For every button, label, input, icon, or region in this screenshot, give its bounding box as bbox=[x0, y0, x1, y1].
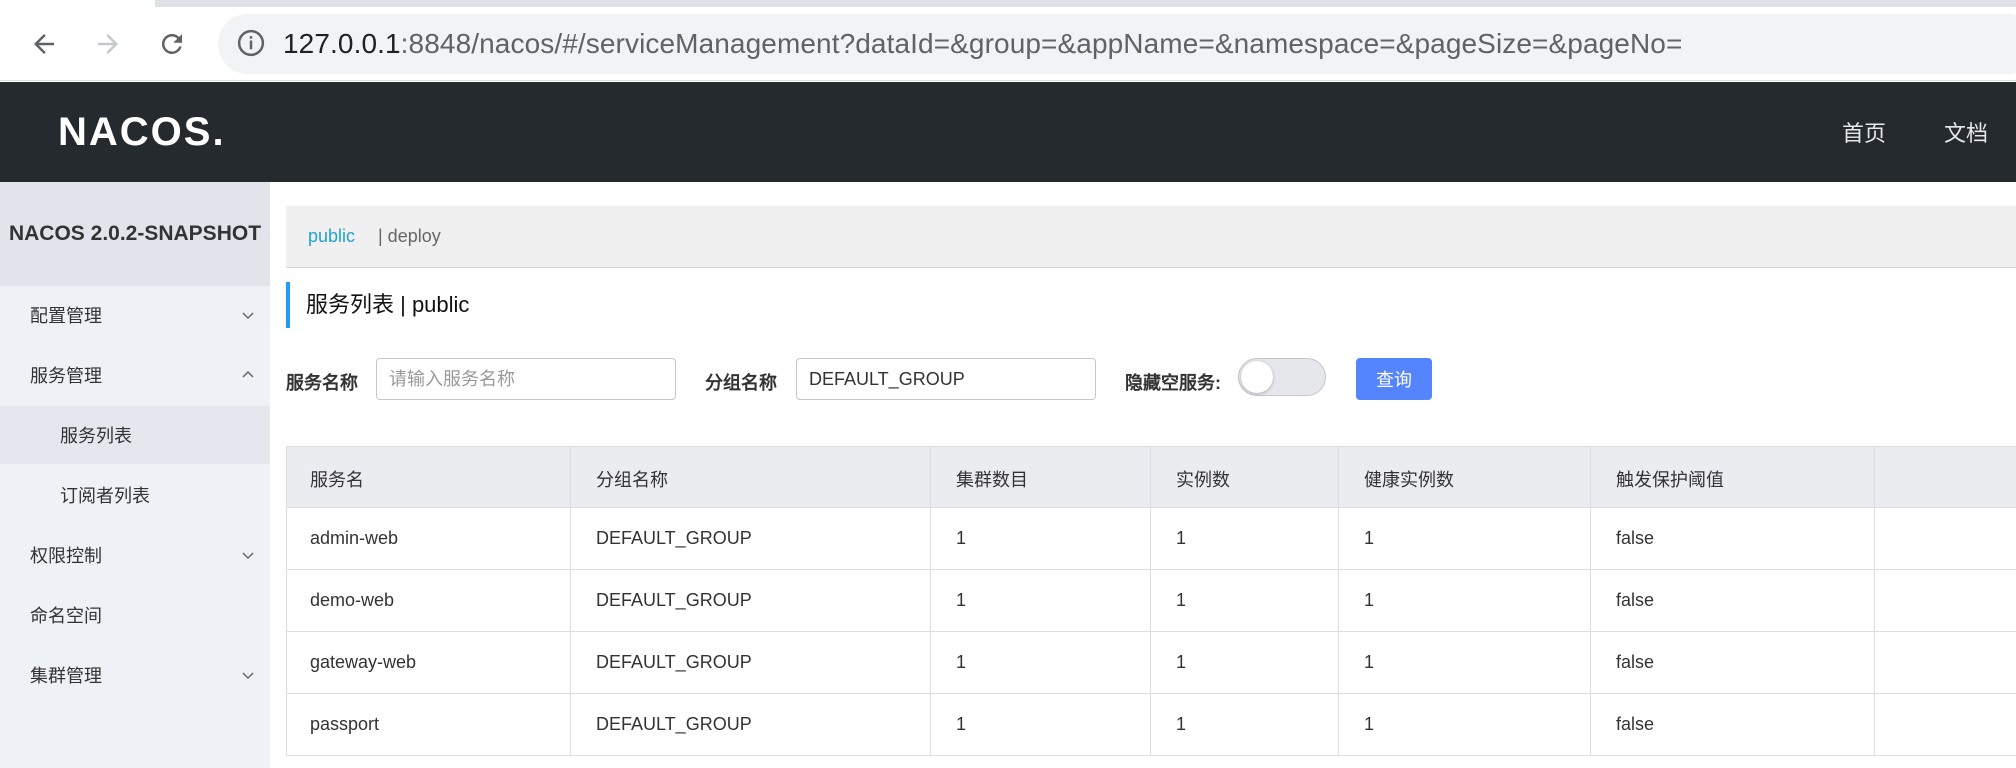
cell-clusters: 1 bbox=[956, 652, 967, 672]
table-row bbox=[286, 570, 2016, 632]
back-button[interactable] bbox=[22, 22, 66, 66]
cell-threshold: false bbox=[1616, 590, 1655, 610]
sidebar-item-label: 服务管理 bbox=[30, 366, 102, 386]
cell-instances: 1 bbox=[1176, 652, 1187, 672]
browser-tab[interactable] bbox=[0, 0, 155, 7]
hide-empty-toggle[interactable] bbox=[1238, 358, 1326, 396]
group-name-input[interactable] bbox=[796, 358, 1096, 400]
cell-threshold: false bbox=[1616, 714, 1655, 734]
cell-healthy: 1 bbox=[1364, 528, 1375, 548]
sidebar-title: NACOS 2.0.2-SNAPSHOT bbox=[0, 182, 270, 286]
header-link-home[interactable]: 首页 bbox=[1842, 116, 1886, 148]
cell-clusters: 1 bbox=[956, 714, 967, 734]
url-path: :8848/nacos/#/serviceManagement?dataId=&… bbox=[400, 28, 1683, 59]
sidebar-item-label: 命名空间 bbox=[30, 606, 102, 626]
info-icon[interactable] bbox=[236, 28, 266, 58]
table-row bbox=[286, 694, 2016, 756]
url-host: 127.0.0.1 bbox=[283, 28, 401, 59]
cell-group-name: DEFAULT_GROUP bbox=[596, 528, 752, 548]
cell-clusters: 1 bbox=[956, 528, 967, 548]
chevron-up-icon bbox=[242, 370, 254, 378]
column-divider bbox=[570, 446, 571, 756]
column-header-instances: 实例数 bbox=[1176, 470, 1230, 490]
cell-healthy: 1 bbox=[1364, 714, 1375, 734]
column-header-healthy: 健康实例数 bbox=[1364, 470, 1454, 490]
namespace-bar bbox=[286, 206, 2016, 268]
cell-service-name: demo-web bbox=[310, 590, 395, 610]
column-divider bbox=[1150, 446, 1151, 756]
sidebar-item-label: 服务列表 bbox=[60, 426, 132, 446]
toggle-knob bbox=[1241, 361, 1273, 393]
table-row bbox=[286, 508, 2016, 570]
group-name-label: 分组名称 bbox=[705, 373, 777, 393]
chevron-down-icon bbox=[242, 312, 254, 320]
table-header bbox=[286, 446, 2016, 508]
column-header-threshold: 触发保护阈值 bbox=[1616, 470, 1724, 490]
tab-strip bbox=[0, 0, 2016, 7]
back-arrow-icon bbox=[34, 34, 54, 54]
chevron-down-icon bbox=[242, 552, 254, 560]
forward-arrow-icon bbox=[98, 34, 118, 54]
sidebar-item-service[interactable]: 服务管理 bbox=[0, 346, 270, 404]
hide-empty-label: 隐藏空服务: bbox=[1125, 373, 1221, 393]
column-divider bbox=[930, 446, 931, 756]
sidebar-item-label: 集群管理 bbox=[30, 666, 102, 686]
sidebar-item-service-list[interactable]: 服务列表 bbox=[0, 406, 270, 464]
cell-instances: 1 bbox=[1176, 590, 1187, 610]
app-header bbox=[0, 82, 2016, 182]
cell-service-name: gateway-web bbox=[310, 652, 417, 672]
query-button[interactable]: 查询 bbox=[1356, 358, 1432, 400]
service-name-label: 服务名称 bbox=[286, 373, 358, 393]
namespace-deploy[interactable]: | deploy bbox=[378, 226, 441, 247]
reload-button[interactable] bbox=[150, 22, 194, 66]
column-header-service: 服务名 bbox=[310, 470, 364, 490]
chevron-down-icon bbox=[242, 672, 254, 680]
nacos-logo[interactable]: NACOS. bbox=[58, 110, 226, 155]
column-header-clusters: 集群数目 bbox=[956, 470, 1028, 490]
cell-group-name: DEFAULT_GROUP bbox=[596, 652, 752, 672]
page-title: 服务列表 | public bbox=[286, 282, 469, 328]
sidebar-item-auth[interactable]: 权限控制 bbox=[0, 526, 270, 584]
cell-healthy: 1 bbox=[1364, 652, 1375, 672]
sidebar-item-cluster[interactable]: 集群管理 bbox=[0, 646, 270, 704]
table-row bbox=[286, 632, 2016, 694]
header-link-docs[interactable]: 文档 bbox=[1944, 116, 1988, 148]
column-header-group: 分组名称 bbox=[596, 470, 668, 490]
namespace-public[interactable]: public bbox=[308, 226, 355, 247]
reload-icon bbox=[161, 33, 182, 54]
cell-clusters: 1 bbox=[956, 590, 967, 610]
forward-button[interactable] bbox=[86, 22, 130, 66]
cell-instances: 1 bbox=[1176, 528, 1187, 548]
column-divider bbox=[1874, 446, 1875, 756]
cell-group-name: DEFAULT_GROUP bbox=[596, 714, 752, 734]
cell-threshold: false bbox=[1616, 528, 1655, 548]
sidebar-item-config[interactable]: 配置管理 bbox=[0, 286, 270, 344]
service-name-input[interactable] bbox=[376, 358, 676, 400]
cell-threshold: false bbox=[1616, 652, 1655, 672]
sidebar-item-label: 配置管理 bbox=[30, 306, 102, 326]
sidebar-item-namespace[interactable]: 命名空间 bbox=[0, 586, 270, 644]
column-divider bbox=[1590, 446, 1591, 756]
sidebar-item-label: 权限控制 bbox=[30, 546, 102, 566]
cell-healthy: 1 bbox=[1364, 590, 1375, 610]
column-divider bbox=[1338, 446, 1339, 756]
cell-instances: 1 bbox=[1176, 714, 1187, 734]
cell-service-name: admin-web bbox=[310, 528, 399, 548]
sidebar-item-subscribers[interactable]: 订阅者列表 bbox=[0, 466, 270, 524]
url-text[interactable]: 127.0.0.1:8848/nacos/#/serviceManagement… bbox=[283, 26, 1682, 62]
cell-service-name: passport bbox=[310, 714, 380, 734]
cell-group-name: DEFAULT_GROUP bbox=[596, 590, 752, 610]
sidebar-item-label: 订阅者列表 bbox=[60, 486, 150, 506]
